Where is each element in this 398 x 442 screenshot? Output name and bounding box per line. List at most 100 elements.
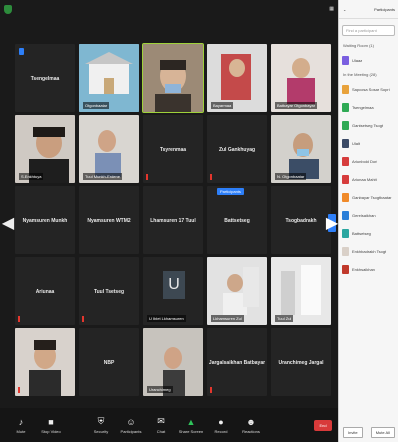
avatar [342,120,349,130]
video-tile[interactable]: Participants Battsetseg [207,186,267,254]
zoom-app: ▦ ◀ Tsengelmaa Otgonbaatar Bayarmaa Batb… [0,0,398,442]
participant-label: Enkhbadrakh Tsogt [352,248,387,254]
video-tile[interactable]: Ariunaa [15,257,75,325]
video-tile[interactable]: Tsengelmaa [15,44,75,112]
video-tile[interactable]: Tuul Zul [271,257,331,325]
list-item[interactable]: Ulaaa [339,51,398,69]
chevron-down-icon[interactable]: ⌄ [343,7,346,12]
video-tile[interactable]: Bayarmaa [207,44,267,112]
security-button[interactable]: ⛨ Security [86,416,116,434]
video-tile-active[interactable] [142,43,204,113]
participant-name: N. Otgonbaatar [275,173,307,180]
video-tile[interactable]: Uranchimeg [143,328,203,396]
invite-button[interactable]: Invite [343,427,363,438]
participant-name: Tuul Munkh-Erdene [83,173,122,180]
person-video [15,328,75,396]
participant-search-input[interactable]: Find a participant [342,25,395,36]
end-meeting-button[interactable]: End [314,419,332,431]
avatar [342,246,349,256]
list-item[interactable]: Gantsetseg Tsogt [339,116,398,134]
previous-page-arrow[interactable]: ◀ [2,214,14,232]
next-page-arrow[interactable]: ▶ [326,214,338,232]
in-meeting-header[interactable]: In the Meeting (28) [339,69,398,80]
list-item[interactable]: Sapcosa Sosar Sopri [339,80,398,98]
shield-icon[interactable] [4,4,12,14]
list-item[interactable]: Ariunbold Dori [339,152,398,170]
video-tile[interactable]: Otgonbaatar [79,44,139,112]
smile-icon: ☻ [246,416,256,427]
share-screen-icon: ▲ [186,416,196,427]
participant-label: Ariunaa Mahit [352,176,377,182]
participant-label: Gerelsaikhan [352,212,376,218]
video-tile[interactable] [15,328,75,396]
panel-title: Participants [374,6,395,12]
video-tile[interactable]: Lkhamsuren Zul [207,257,267,325]
video-tile[interactable]: NBP [79,328,139,396]
participant-label: Ariunbold Dori [352,158,378,164]
list-item[interactable]: Tsengelmaa [339,98,398,116]
video-tile[interactable]: Nyamsuren WTM2 [79,186,139,254]
participants-button[interactable]: ☺ Participants [116,417,146,434]
video-tile[interactable]: Nyamsuren Munkh [15,186,75,254]
participant-name: Tsogbadrakh [285,218,317,224]
raise-hand-icon [19,48,24,55]
list-item[interactable]: Enkhbadrakh Tsogt [339,242,398,260]
share-screen-button[interactable]: ▲ Share Screen [176,417,206,434]
grid-view-icon[interactable]: ▦ [329,6,334,12]
avatar [342,174,349,184]
participant-name: Tsyrenmaa [159,147,187,153]
participants-label: Participants [120,428,142,434]
reactions-button[interactable]: ☻ Reactions [236,417,266,434]
chat-button[interactable]: ✉ Chat [146,416,176,434]
video-tile[interactable]: Lhamsuren 17 Tuul [143,186,203,254]
participant-name: Ariunaa [35,289,55,295]
list-item[interactable]: Ulalt [339,134,398,152]
list-item[interactable]: Ariunaa Mahit [339,170,398,188]
mute-all-button[interactable]: Mute All [370,427,395,438]
video-tile[interactable]: U U Iblet Lkhamsuren [143,257,203,325]
list-item[interactable]: Enkhsaikhan [339,260,398,278]
video-label: Stop Video [41,428,61,434]
mic-muted-icon [18,387,20,393]
video-tile[interactable]: S.Enkhtuya [15,115,75,183]
mute-button[interactable]: ♪ Mute [6,417,36,434]
participant-label: Ulaaa [352,57,363,63]
video-tile[interactable]: Tsyrenmaa [143,115,203,183]
participant-name: U Iblet Lkhamsuren [147,315,186,322]
chat-icon: ✉ [157,416,165,426]
record-button[interactable]: ● Record [206,417,236,434]
video-grid: Tsengelmaa Otgonbaatar Bayarmaa Batbayar… [15,43,333,399]
pinned-badge: Participants [217,188,244,195]
participant-name: Uranchimeg Jargal [278,360,324,366]
list-item[interactable]: Ganbayar Tsogtbaatar [339,188,398,206]
video-tile[interactable]: Batbayar Otgonbayar [271,44,331,112]
video-tile[interactable]: Tsogbadrakh [271,186,331,254]
participant-name: Tsengelmaa [30,76,60,82]
video-tile[interactable]: Zul Gankhuyag [207,115,267,183]
avatar: U [163,271,185,299]
video-button[interactable]: ■ Stop Video [36,417,66,434]
avatar [342,192,349,202]
video-tile[interactable]: Jargalsaikhan Batbayar [207,328,267,396]
mic-muted-icon [82,316,84,322]
avatar [342,102,349,112]
list-item[interactable]: Gerelsaikhan [339,206,398,224]
participant-name: S.Enkhtuya [19,173,44,180]
reactions-label: Reactions [242,428,260,434]
video-tile[interactable]: Tuul Tsetseg [79,257,139,325]
waiting-room-header[interactable]: Waiting Room (1) [339,40,398,51]
participant-name: Lkhamsuren Zul [211,315,244,322]
video-tile[interactable]: N. Otgonbaatar [271,115,331,183]
list-item[interactable]: Battsetseg [339,224,398,242]
avatar [342,156,349,166]
record-label: Record [214,428,228,434]
participants-panel: ⌄ Participants Find a participant Waitin… [338,0,398,442]
participant-name: Zul Gankhuyag [218,147,256,153]
avatar [342,228,349,238]
video-tile[interactable]: Uranchimeg Jargal [271,328,331,396]
participant-name: Uranchimeg [147,386,173,393]
mic-muted-icon [146,174,148,180]
video-tile[interactable]: Tuul Munkh-Erdene [79,115,139,183]
participant-name: Otgonbaatar [83,102,110,109]
mic-muted-icon [18,316,20,322]
